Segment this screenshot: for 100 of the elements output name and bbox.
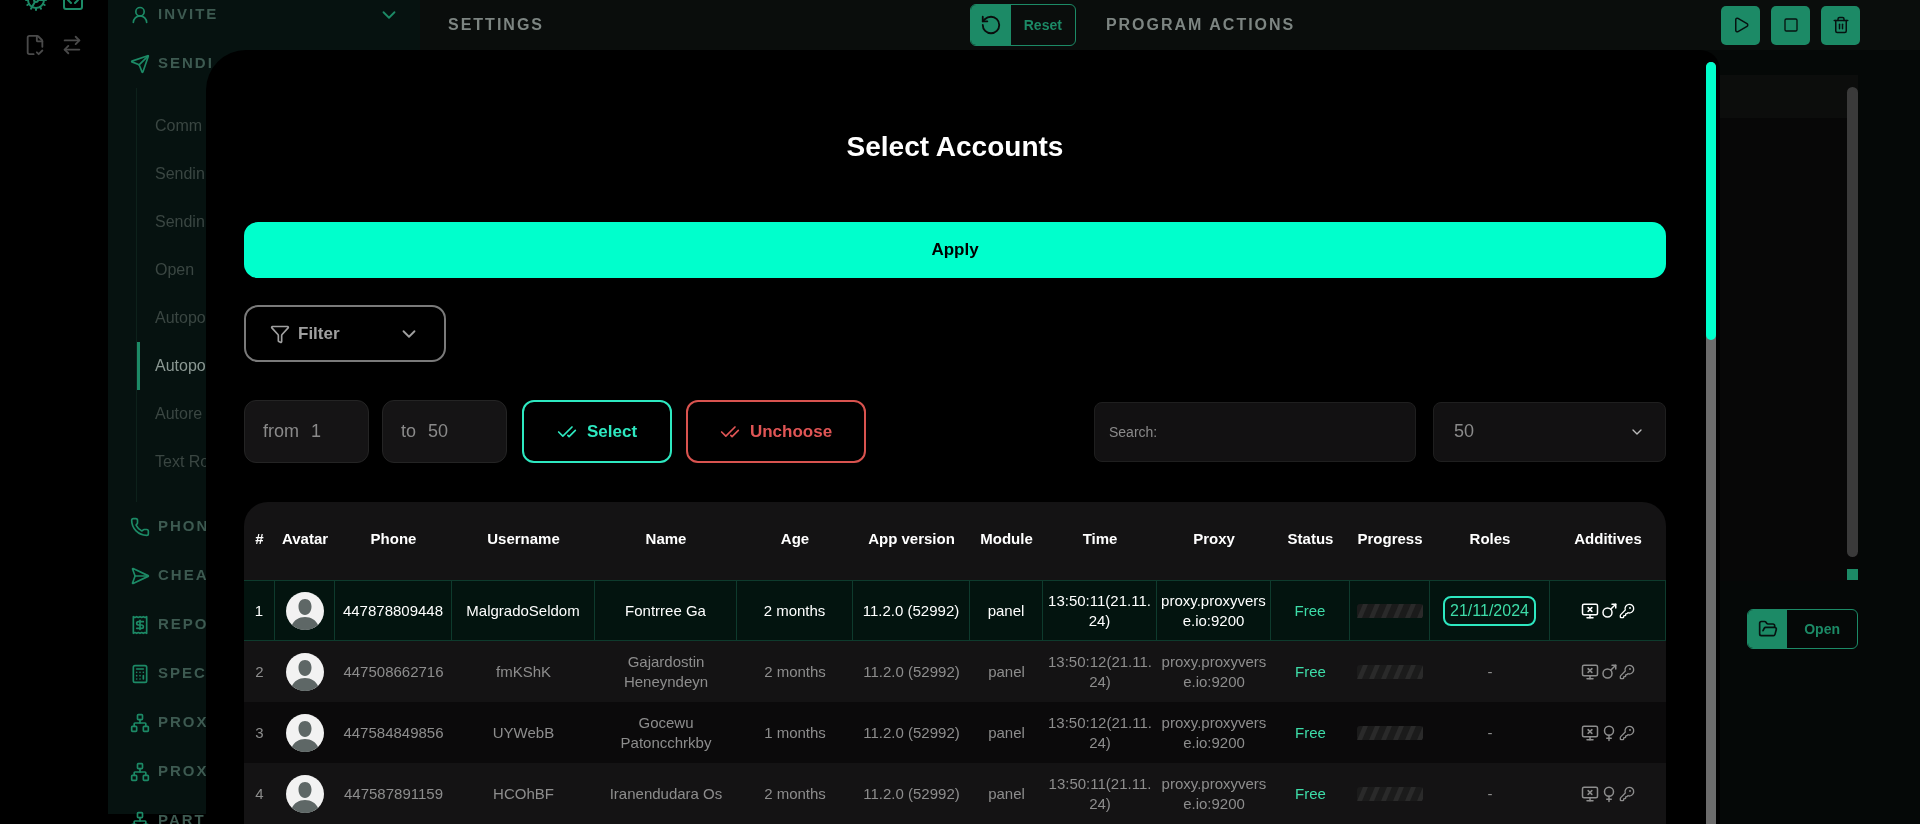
monitor-x-icon xyxy=(1581,784,1599,803)
filter-dropdown[interactable]: Filter xyxy=(244,305,446,362)
send-icon xyxy=(130,565,150,586)
section-label[interactable]: PROX xyxy=(158,760,209,783)
network-icon xyxy=(130,761,150,782)
column-header: Time xyxy=(1082,528,1118,549)
module-cell: panel xyxy=(987,600,1025,621)
monitor-x-icon xyxy=(1581,662,1599,681)
column-header: Progress xyxy=(1357,528,1423,549)
open-button[interactable]: Open xyxy=(1747,609,1858,649)
column-header: Avatar xyxy=(281,528,329,549)
name-cell: Fontrree Ga xyxy=(625,600,706,621)
column-header: Username xyxy=(487,528,560,549)
progress-track xyxy=(1356,603,1423,618)
phone-icon xyxy=(130,516,150,537)
status-cell: Free xyxy=(1295,783,1326,804)
filter-icon xyxy=(270,323,290,344)
table-row[interactable]: 3 447584849856 UYWebB Gocewu Patoncchrkby 1 months 11.2.0 (52992) panel 13:50:12(21.11.24) proxy.proxyverse.io:9200 Free - xyxy=(244,702,1666,763)
panel-title: PROGRAM ACTIONS xyxy=(1105,15,1296,35)
avatar-icon xyxy=(286,652,324,691)
roles-cell: - xyxy=(1487,783,1493,804)
proxy-cell: proxy.proxyverse.io:9200 xyxy=(1161,773,1267,814)
to-field[interactable]: to 50 xyxy=(382,400,507,463)
age-cell: 2 months xyxy=(764,661,826,682)
file-check-icon[interactable] xyxy=(24,34,46,56)
select-button[interactable]: Select xyxy=(522,400,672,463)
age-cell: 1 months xyxy=(764,722,826,743)
status-cell: Free xyxy=(1295,661,1326,682)
resize-handle[interactable] xyxy=(1847,569,1858,580)
section-label[interactable]: PHON xyxy=(158,515,210,538)
table-row[interactable]: 1 447878809448 MalgradoSeldom Fontrree Ga 2 months 11.2.0 (52992) panel 13:50:11(21.11.24) proxy.proxyverse.io:9200 Free 21/11/2024 xyxy=(244,580,1666,641)
row-number: 1 xyxy=(254,600,264,621)
key-icon xyxy=(1619,785,1635,802)
network-icon xyxy=(130,712,150,733)
scrollbar-thumb[interactable] xyxy=(1706,62,1716,340)
username-cell: MalgradoSeldom xyxy=(466,600,580,621)
time-cell: 13:50:11(21.11.24) xyxy=(1047,773,1153,814)
receipt-icon xyxy=(130,614,150,635)
roles-cell: - xyxy=(1487,722,1493,743)
column-header: Module xyxy=(980,528,1033,549)
apply-button[interactable]: Apply xyxy=(244,222,1666,278)
age-cell: 2 months xyxy=(764,783,826,804)
stop-button[interactable] xyxy=(1771,5,1810,45)
section-label[interactable]: INVITE xyxy=(158,3,219,26)
phone-cell: 447508662716 xyxy=(343,661,444,682)
reset-button[interactable]: Reset xyxy=(969,4,1076,46)
from-field[interactable]: from 1 xyxy=(244,400,369,463)
unchoose-button[interactable]: Unchoose xyxy=(686,400,866,463)
search-field[interactable]: Search: xyxy=(1094,401,1416,462)
key-icon xyxy=(1618,602,1635,619)
date-badge: 21/11/2024 xyxy=(1443,595,1536,626)
proxy-cell: proxy.proxyverse.io:9200 xyxy=(1161,590,1266,631)
name-cell-text: Gocewu Patoncchrkby xyxy=(619,712,713,753)
name-cell: Iranendudara Os xyxy=(609,783,723,804)
play-button[interactable] xyxy=(1721,5,1760,45)
module-cell: panel xyxy=(988,722,1025,743)
module-cell: panel xyxy=(988,783,1025,804)
send-icon xyxy=(130,53,150,74)
row-number: 4 xyxy=(255,783,264,804)
status-cell: Free xyxy=(1294,600,1326,621)
trash-icon xyxy=(1831,16,1850,34)
progress-track xyxy=(1357,725,1423,740)
row-number: 2 xyxy=(255,661,264,682)
time-cell: 13:50:12(21.11.24) xyxy=(1047,651,1153,692)
column-header: # xyxy=(255,528,264,549)
page-size-select[interactable]: 50 xyxy=(1433,401,1666,462)
time-cell: 13:50:11(21.11.24) xyxy=(1047,590,1152,631)
app-version-cell: 11.2.0 (52992) xyxy=(863,722,960,743)
section-label[interactable]: REPO xyxy=(158,613,209,636)
name-cell-text: Gajardostin Heneyndeyn xyxy=(622,651,710,692)
section-label[interactable]: CHEA xyxy=(158,564,209,587)
key-icon xyxy=(1619,663,1635,680)
username-cell: HCOhBF xyxy=(493,783,554,804)
delete-button[interactable] xyxy=(1821,5,1860,45)
roles-cell: - xyxy=(1487,661,1493,682)
status-cell: Free xyxy=(1295,722,1326,743)
phone-cell: 447878809448 xyxy=(342,600,444,621)
avatar-icon xyxy=(285,591,324,630)
reset-icon xyxy=(979,14,1002,36)
app-version-cell: 11.2.0 (52992) xyxy=(862,600,960,621)
proxy-cell: proxy.proxyverse.io:9200 xyxy=(1161,651,1267,692)
avatar-icon xyxy=(286,713,324,752)
section-label[interactable]: PROX xyxy=(158,711,209,734)
calculator-icon xyxy=(130,663,150,684)
phone-cell: 447584849856 xyxy=(343,722,444,743)
column-header: Phone xyxy=(370,528,417,549)
app-version-cell: 11.2.0 (52992) xyxy=(863,783,960,804)
age-cell: 2 months xyxy=(763,600,826,621)
section-label[interactable]: SPEC xyxy=(158,662,207,685)
key-icon xyxy=(1619,724,1635,741)
proxy-cell: proxy.proxyverse.io:9200 xyxy=(1161,712,1267,753)
sidebar-item[interactable]: Autopo xyxy=(155,354,206,378)
network-icon xyxy=(130,810,150,824)
column-header: Name xyxy=(645,528,687,549)
app-version-cell: 11.2.0 (52992) xyxy=(863,661,960,682)
panel-title: SETTINGS xyxy=(448,15,544,35)
modal-title: Select Accounts xyxy=(846,130,1064,164)
monitor-x-icon xyxy=(1581,723,1599,742)
time-cell: 13:50:12(21.11.24) xyxy=(1047,712,1153,753)
column-header: App version xyxy=(868,528,955,549)
